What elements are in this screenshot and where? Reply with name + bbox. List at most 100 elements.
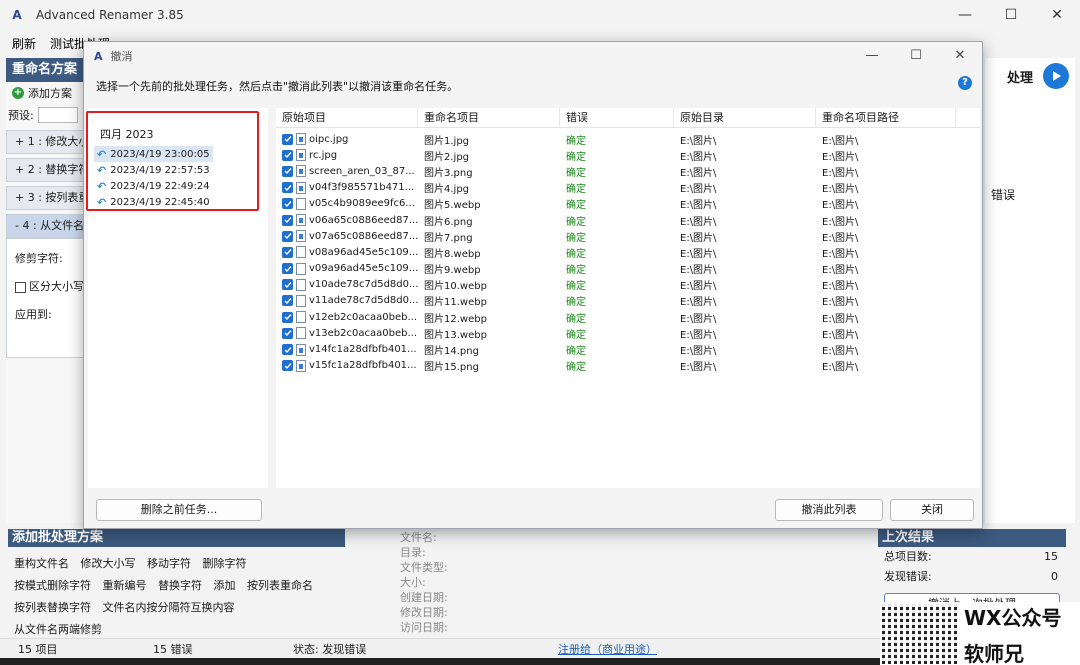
original-name: v05c4b9089ee9fc6... xyxy=(309,198,415,210)
register-link[interactable]: 注册给（商业用途） xyxy=(540,641,657,657)
table-row[interactable]: v09a96ad45e5c109... 图片9.webp 确定 E:\图片\ E:\图片… xyxy=(276,261,980,277)
play-icon[interactable] xyxy=(1043,63,1069,89)
original-dir: E:\图片\ xyxy=(680,329,717,341)
table-row[interactable]: v04f3f985571b471... 图片4.jpg 确定 E:\图片\ E:\图片\ xyxy=(276,180,980,196)
help-icon[interactable]: ? xyxy=(958,76,972,90)
checkbox-checked-icon[interactable] xyxy=(282,133,293,145)
batch-link[interactable]: 按模式删除字符 xyxy=(14,579,91,592)
table-row[interactable]: v05c4b9089ee9fc6... 图片5.webp 确定 E:\图片\ E:\图片… xyxy=(276,196,980,212)
file-info-label: 大小: xyxy=(400,576,426,589)
batch-link[interactable]: 移动字符 xyxy=(147,557,191,570)
table-row[interactable]: oipc.jpg 图片1.jpg 确定 E:\图片\ E:\图片\ xyxy=(276,131,980,147)
batch-link[interactable]: 删除字符 xyxy=(203,557,247,570)
checkbox-checked-icon[interactable] xyxy=(282,360,293,372)
toolbar-refresh[interactable]: 刷新 xyxy=(12,35,36,52)
original-dir: E:\图片\ xyxy=(680,135,717,147)
column-header[interactable]: 重命名项目 xyxy=(418,108,560,127)
renamed-path: E:\图片\ xyxy=(822,184,859,196)
start-batch-area[interactable]: 处理 xyxy=(985,58,1075,94)
batch-link[interactable]: 按列表替换字符 xyxy=(14,601,91,614)
dialog-title-bar: A 撤消 — ☐ ✕ xyxy=(84,42,982,70)
column-header[interactable]: 原始目录 xyxy=(674,108,816,127)
close-icon[interactable]: ✕ xyxy=(1034,0,1080,30)
batch-link[interactable]: 添加 xyxy=(214,579,236,592)
minimize-icon[interactable]: — xyxy=(850,42,894,68)
undo-this-list-button[interactable]: 撤消此列表 xyxy=(775,499,883,521)
original-name: rc.jpg xyxy=(309,149,338,161)
checkbox-checked-icon[interactable] xyxy=(282,311,293,323)
title-bar: A Advanced Renamer 3.85 — ☐ ✕ xyxy=(0,0,1080,30)
table-row[interactable]: v11ade78c7d5d8d0... 图片11.webp 确定 E:\图片\ E:\图… xyxy=(276,293,980,309)
batch-link[interactable]: 重构文件名 xyxy=(14,557,69,570)
undo-dialog: A 撤消 — ☐ ✕ 选择一个先前的批处理任务，然后点击"撤消此列表"以撤消该重… xyxy=(83,41,983,529)
original-dir: E:\图片\ xyxy=(680,362,717,374)
minimize-icon[interactable]: — xyxy=(942,0,988,30)
table-row[interactable]: v10ade78c7d5d8d0... 图片10.webp 确定 E:\图片\ E:\图… xyxy=(276,277,980,293)
error-status: 确定 xyxy=(566,329,586,341)
table-row[interactable]: v06a65c0886eed87... 图片6.png 确定 E:\图片\ E:\图片\ xyxy=(276,212,980,228)
batch-link[interactable]: 替换字符 xyxy=(158,579,202,592)
case-sensitive-checkbox[interactable] xyxy=(15,281,26,293)
checkbox-checked-icon[interactable] xyxy=(282,344,293,356)
batch-link[interactable]: 按列表重命名 xyxy=(247,579,313,592)
table-row[interactable]: rc.jpg 图片2.jpg 确定 E:\图片\ E:\图片\ xyxy=(276,147,980,163)
file-icon xyxy=(296,230,306,243)
column-header[interactable]: 原始项目 xyxy=(276,108,418,127)
table-row[interactable]: v15fc1a28dfbfb401... 图片15.png 确定 E:\图片\ E:\图… xyxy=(276,358,980,374)
column-header[interactable]: 重命名项目路径 xyxy=(816,108,956,127)
file-icon xyxy=(296,327,306,340)
original-item-cell: screen_aren_03_87... xyxy=(276,165,418,178)
renamed-item: 图片13.webp xyxy=(424,329,487,341)
batch-link[interactable]: 重新编号 xyxy=(103,579,147,592)
batch-link[interactable]: 修改大小写 xyxy=(81,557,136,570)
original-name: v06a65c0886eed87... xyxy=(309,214,418,226)
table-row[interactable]: v08a96ad45e5c109... 图片8.webp 确定 E:\图片\ E:\图片… xyxy=(276,244,980,260)
table-row[interactable]: v12eb2c0acaa0beb... 图片12.webp 确定 E:\图片\ E:\图… xyxy=(276,309,980,325)
checkbox-checked-icon[interactable] xyxy=(282,198,293,210)
file-icon xyxy=(296,262,306,275)
table-row[interactable]: v07a65c0886eed87... 图片7.png 确定 E:\图片\ E:\图片\ xyxy=(276,228,980,244)
original-item-cell: v10ade78c7d5d8d0... xyxy=(276,278,418,291)
file-icon xyxy=(296,133,306,146)
error-status: 确定 xyxy=(566,151,586,163)
error-status: 确定 xyxy=(566,135,586,147)
maximize-icon[interactable]: ☐ xyxy=(988,0,1034,30)
case-sensitive-option[interactable]: 区分大小写 xyxy=(15,273,87,301)
original-item-cell: rc.jpg xyxy=(276,149,418,162)
checkbox-checked-icon[interactable] xyxy=(282,165,293,177)
file-icon xyxy=(296,181,306,194)
status-errors: 15 错误 xyxy=(153,642,193,656)
table-row[interactable]: screen_aren_03_87... 图片3.png 确定 E:\图片\ E:\图片… xyxy=(276,163,980,179)
checkbox-checked-icon[interactable] xyxy=(282,149,293,161)
batch-link[interactable]: 从文件名两端修剪 xyxy=(14,623,102,636)
checkbox-checked-icon[interactable] xyxy=(282,214,293,226)
error-status: 确定 xyxy=(566,346,586,358)
checkbox-checked-icon[interactable] xyxy=(282,246,293,258)
close-icon[interactable]: ✕ xyxy=(938,42,982,68)
checkbox-checked-icon[interactable] xyxy=(282,327,293,339)
checkbox-checked-icon[interactable] xyxy=(282,263,293,275)
column-header[interactable]: 错误 xyxy=(560,108,674,127)
file-icon xyxy=(296,311,306,324)
total-label: 总项目数: xyxy=(884,550,932,563)
maximize-icon[interactable]: ☐ xyxy=(894,42,938,68)
checkbox-checked-icon[interactable] xyxy=(282,230,293,242)
close-button[interactable]: 关闭 xyxy=(890,499,974,521)
undo-file-table: 原始项目 重命名项目 错误 原始目录 重命名项目路径 oipc.jpg 图片1.j… xyxy=(276,108,980,488)
renamed-path: E:\图片\ xyxy=(822,265,859,277)
file-info-label: 文件类型: xyxy=(400,561,448,574)
original-name: v09a96ad45e5c109... xyxy=(309,263,418,275)
table-row[interactable]: v13eb2c0acaa0beb... 图片13.webp 确定 E:\图片\ E:\图… xyxy=(276,325,980,341)
file-icon xyxy=(296,165,306,178)
renamed-path: E:\图片\ xyxy=(822,200,859,212)
checkbox-checked-icon[interactable] xyxy=(282,279,293,291)
batch-link[interactable]: 文件名内按分隔符互换内容 xyxy=(103,601,235,614)
watermark: WX公众号 软师兄 xyxy=(880,602,1080,665)
error-status: 确定 xyxy=(566,167,586,179)
preset-select[interactable] xyxy=(37,107,78,123)
table-row[interactable]: v14fc1a28dfbfb401... 图片14.png 确定 E:\图片\ E:\图… xyxy=(276,341,980,357)
checkbox-checked-icon[interactable] xyxy=(282,295,293,307)
error-status: 确定 xyxy=(566,281,586,293)
delete-previous-tasks-button[interactable]: 删除之前任务... xyxy=(96,499,262,521)
checkbox-checked-icon[interactable] xyxy=(282,182,293,194)
